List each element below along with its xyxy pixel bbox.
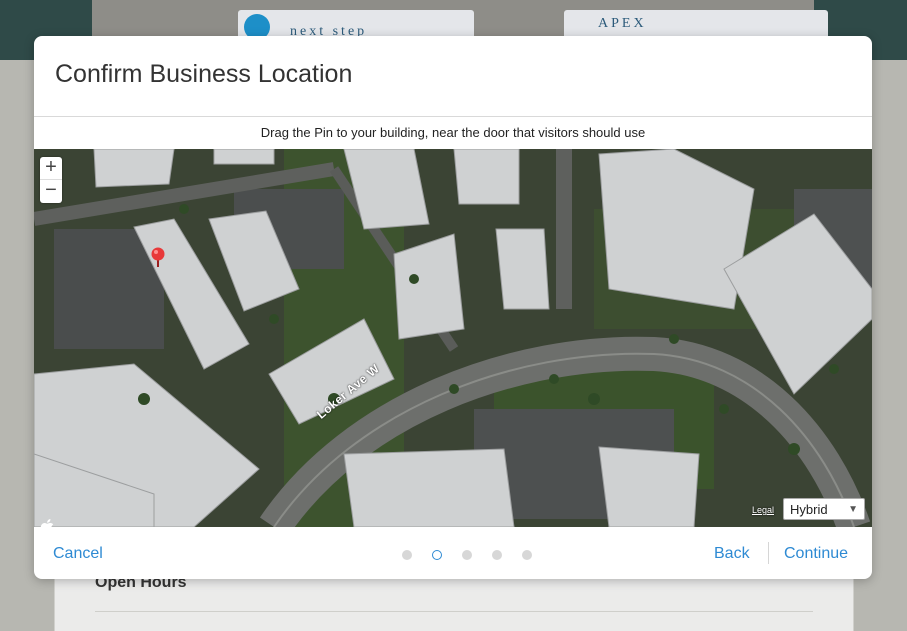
back-button[interactable]: Back [714,545,750,563]
divider [95,611,813,612]
satellite-map[interactable]: Loker Ave W + − Legal Hybrid ▼ [34,149,872,527]
instruction-text: Drag the Pin to your building, near the … [260,125,646,140]
map-pin-icon [151,247,165,267]
step-dot-current [432,550,442,560]
confirm-location-modal: Confirm Business Location Drag the Pin t… [34,36,872,579]
title-divider [34,116,872,117]
cancel-button[interactable]: Cancel [53,545,103,563]
step-dot [522,550,532,560]
continue-button[interactable]: Continue [784,545,848,563]
zoom-out-button[interactable]: − [40,180,62,202]
map-type-value: Hybrid [790,502,828,517]
step-dot [492,550,502,560]
step-dot [462,550,472,560]
button-divider [768,542,769,564]
card-right-text: APEX [598,16,647,31]
zoom-controls: + − [40,157,62,203]
legal-link[interactable]: Legal [752,505,774,515]
zoom-in-button[interactable]: + [40,157,62,180]
chevron-down-icon: ▼ [848,504,858,515]
step-dot [402,550,412,560]
modal-title: Confirm Business Location [55,60,353,88]
satellite-imagery [34,149,872,527]
map-type-select[interactable]: Hybrid ▼ [783,498,865,520]
